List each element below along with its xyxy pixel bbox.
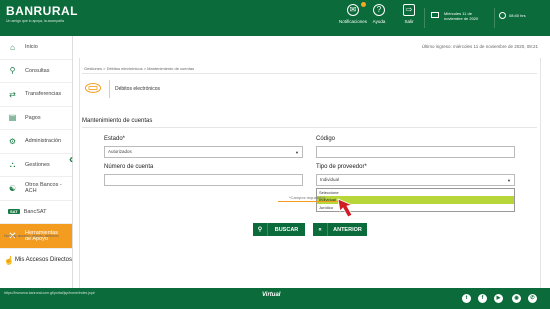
logo-tagline: Un amigo que lo apoya, la acompaña [6, 19, 64, 23]
codigo-input[interactable] [316, 146, 515, 158]
estado-label: Estado* [104, 136, 126, 142]
accent-line [278, 201, 340, 202]
instagram-icon[interactable]: ◉ [512, 294, 521, 303]
notification-badge [361, 2, 366, 7]
collapse-sidebar-icon[interactable]: ‹ [69, 152, 73, 166]
exit-icon: ⇨ [403, 4, 415, 16]
search-icon: ⚲ [253, 223, 268, 236]
header-divider [424, 8, 425, 28]
mouse-pointer-icon [337, 198, 354, 218]
section-title: Mantenimiento de cuentas [82, 118, 153, 124]
last-access-text: Último ingreso: miércoles 11 de noviembr… [421, 44, 538, 49]
tipo-proveedor-select[interactable]: Individual ▼ [316, 174, 515, 186]
sidebar-item-administracion[interactable]: ⚙ Administración [0, 130, 72, 154]
tipo-proveedor-value: Individual [320, 177, 340, 182]
mis-accesos-header[interactable]: ☝ Mis Accesos Directos [0, 249, 72, 271]
required-note: *Campos requeridos [289, 195, 326, 200]
card-icon: ▤ [8, 113, 17, 123]
notifications-label: Notificaciones [338, 19, 367, 24]
notifications-button[interactable]: ✉ Notificaciones [337, 2, 369, 24]
logo-text: BANRURAL [6, 4, 78, 18]
help-button[interactable]: ? Ayuda [368, 4, 390, 24]
dropdown-option[interactable]: Seleccione [317, 189, 514, 196]
whatsapp-icon[interactable]: ✆ [528, 294, 537, 303]
sidebar-item-label: Otros Bancos - ACH [25, 181, 62, 195]
divider [82, 73, 537, 74]
sidebar-item-bancsat[interactable]: SAT BancSAT [0, 201, 72, 224]
divider [82, 127, 537, 128]
sidebar-item-label: Inicio [25, 44, 38, 50]
bell-icon: ✉ [347, 4, 359, 16]
youtube-icon[interactable]: ▶ [494, 294, 503, 303]
exit-label: Salir [404, 19, 414, 24]
banrural-logo[interactable]: BANRURAL Un amigo que lo apoya, la acomp… [6, 4, 78, 23]
help-label: Ayuda [372, 19, 386, 24]
header-clock: 08:40 hrs [509, 13, 526, 18]
exit-button[interactable]: ⇨ Salir [399, 4, 419, 24]
sidebar: ⌂ Inicio ⚲ Consultas ⇄ Transferencias ▤ … [0, 36, 73, 288]
sidebar-item-label: Gestiones [25, 161, 50, 168]
back-button-label: ANTERIOR [333, 226, 362, 233]
footer-brand: Virtual [262, 292, 281, 298]
sat-badge: SAT [8, 209, 20, 215]
estado-value: Autorizados [108, 149, 132, 154]
header-date: Miércoles 11 de noviembre de 2020 [444, 11, 490, 21]
search-icon: ⚲ [9, 66, 16, 76]
sidebar-item-pagos[interactable]: ▤ Pagos [0, 107, 72, 130]
bank-icon: ☯ [8, 183, 17, 193]
debit-card-icon [85, 83, 101, 93]
facebook-icon[interactable]: f [478, 294, 487, 303]
breadcrumb: Gestiones > Débitos electrónicos > Mante… [84, 66, 195, 71]
back-button[interactable]: « ANTERIOR [313, 223, 367, 236]
chevron-left-icon: « [313, 223, 328, 236]
module-divider [109, 80, 110, 98]
sidebar-item-inicio[interactable]: ⌂ Inicio [0, 36, 72, 60]
no-access-text: No hay acceso directo definido [4, 233, 59, 238]
calendar-icon [431, 12, 439, 18]
sidebar-item-label: Administración [25, 138, 62, 144]
help-icon: ? [373, 4, 385, 16]
transfer-icon: ⇄ [9, 89, 16, 99]
home-icon: ⌂ [10, 42, 15, 52]
admin-icon: ⚙ [8, 136, 17, 146]
sidebar-item-label: Transferencias [25, 91, 62, 97]
chevron-down-icon: ▼ [295, 150, 299, 155]
status-url: https://bvnueva.banrural.com.gt/portal/j… [4, 291, 95, 295]
cart-icon: ⛬ [9, 160, 16, 170]
sidebar-item-otros-bancos[interactable]: ☯ Otros Bancos - ACH [0, 177, 72, 201]
clock-icon [499, 12, 506, 19]
sidebar-item-gestiones[interactable]: ⛬ Gestiones [0, 154, 72, 177]
tipo-proveedor-label: Tipo de proveedor* [316, 164, 367, 170]
twitter-icon[interactable]: t [462, 294, 471, 303]
header-divider [494, 8, 495, 28]
sidebar-item-label: BancSAT [23, 208, 47, 215]
sidebar-item-consultas[interactable]: ⚲ Consultas [0, 60, 72, 83]
module-title: Débitos electrónicos [115, 86, 161, 92]
sidebar-item-label: Consultas [25, 67, 50, 74]
sidebar-item-label: Pagos [25, 114, 41, 121]
search-button[interactable]: ⚲ BUSCAR [253, 223, 305, 236]
numero-cuenta-label: Número de cuenta [104, 164, 154, 170]
date-line-2: noviembre de 2020 [444, 16, 479, 21]
numero-cuenta-input[interactable] [104, 174, 303, 186]
pointer-icon: ☝ [4, 255, 14, 265]
sidebar-item-transferencias[interactable]: ⇄ Transferencias [0, 83, 72, 107]
estado-select[interactable]: Autorizados ▼ [104, 146, 303, 158]
search-button-label: BUSCAR [274, 226, 299, 233]
codigo-label: Código [316, 136, 336, 142]
chevron-down-icon: ▼ [507, 178, 511, 183]
mis-accesos-label: Mis Accesos Directos [15, 256, 73, 263]
content-panel [79, 58, 541, 288]
